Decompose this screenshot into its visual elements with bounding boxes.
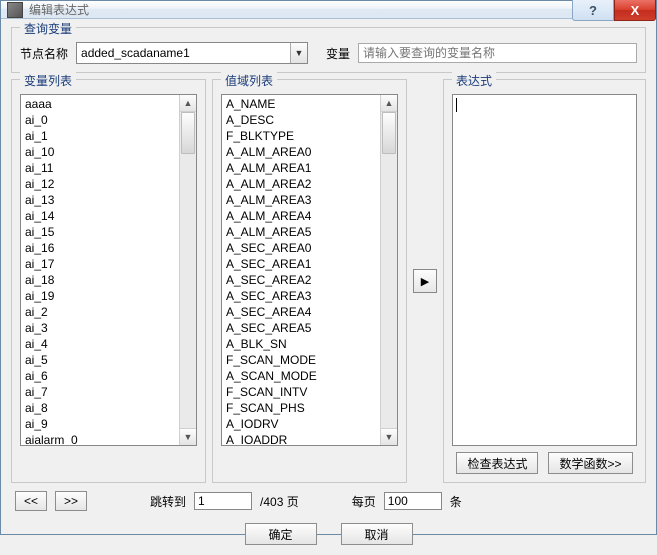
perpage-suffix-label: 条 xyxy=(450,493,462,510)
page-total-label: /403 页 xyxy=(260,493,299,510)
query-group: 查询变量 节点名称 added_scadaname1 ▼ 变量 xyxy=(11,27,646,73)
list-item[interactable]: ai_17 xyxy=(21,256,179,272)
list-item[interactable]: ai_5 xyxy=(21,352,179,368)
list-item[interactable]: ai_12 xyxy=(21,176,179,192)
node-name-combo[interactable]: added_scadaname1 ▼ xyxy=(76,42,308,64)
field-list-group: 值域列表 A_NAMEA_DESCF_BLKTYPEA_ALM_AREA0A_A… xyxy=(212,79,407,483)
list-item[interactable]: ai_2 xyxy=(21,304,179,320)
node-name-label: 节点名称 xyxy=(20,45,68,62)
list-item[interactable]: ai_15 xyxy=(21,224,179,240)
perpage-input[interactable] xyxy=(384,492,442,510)
variable-label: 变量 xyxy=(326,45,350,62)
list-item[interactable]: ai_11 xyxy=(21,160,179,176)
list-item[interactable]: ai_13 xyxy=(21,192,179,208)
page-next-button[interactable]: >> xyxy=(55,491,87,511)
scroll-down-icon[interactable]: ▼ xyxy=(180,428,196,445)
scroll-thumb[interactable] xyxy=(382,112,396,154)
list-item[interactable]: A_SCAN_MODE xyxy=(222,368,380,384)
transfer-arrow-col: ▶ xyxy=(413,79,437,483)
page-number-input[interactable] xyxy=(194,492,252,510)
expression-group: 表达式 检查表达式 数学函数>> xyxy=(443,79,646,483)
variable-search-input[interactable] xyxy=(358,43,637,63)
list-item[interactable]: aialarm_0 xyxy=(21,432,179,445)
pager-row: << >> 跳转到 /403 页 每页 条 xyxy=(11,489,646,511)
query-legend: 查询变量 xyxy=(20,20,76,37)
list-item[interactable]: A_IODRV xyxy=(222,416,380,432)
list-item[interactable]: A_ALM_AREA5 xyxy=(222,224,380,240)
variable-list-group: 变量列表 aaaaai_0ai_1ai_10ai_11ai_12ai_13ai_… xyxy=(11,79,206,483)
list-item[interactable]: ai_7 xyxy=(21,384,179,400)
list-item[interactable]: A_IOADDR xyxy=(222,432,380,445)
scroll-down-icon[interactable]: ▼ xyxy=(381,428,397,445)
list-item[interactable]: ai_18 xyxy=(21,272,179,288)
list-item[interactable]: F_SCAN_INTV xyxy=(222,384,380,400)
field-list-legend: 值域列表 xyxy=(221,72,277,89)
list-item[interactable]: ai_6 xyxy=(21,368,179,384)
transfer-right-button[interactable]: ▶ xyxy=(413,269,437,293)
client-area: 查询变量 节点名称 added_scadaname1 ▼ 变量 变量列表 aaa… xyxy=(1,19,656,555)
window-title: 编辑表达式 xyxy=(29,1,89,18)
list-item[interactable]: ai_9 xyxy=(21,416,179,432)
expression-textarea[interactable] xyxy=(452,94,637,446)
list-item[interactable]: A_SEC_AREA2 xyxy=(222,272,380,288)
dialog-buttons: 确定 取消 xyxy=(11,517,646,547)
list-item[interactable]: ai_8 xyxy=(21,400,179,416)
field-list-scrollbar[interactable]: ▲ ▼ xyxy=(380,95,397,445)
variable-list-legend: 变量列表 xyxy=(20,72,76,89)
help-button[interactable]: ? xyxy=(572,0,614,21)
cancel-button[interactable]: 取消 xyxy=(341,523,413,545)
field-listbox[interactable]: A_NAMEA_DESCF_BLKTYPEA_ALM_AREA0A_ALM_AR… xyxy=(221,94,398,446)
list-item[interactable]: ai_3 xyxy=(21,320,179,336)
variable-list-scrollbar[interactable]: ▲ ▼ xyxy=(179,95,196,445)
math-functions-button[interactable]: 数学函数>> xyxy=(548,452,632,474)
app-icon xyxy=(7,2,23,18)
list-item[interactable]: ai_4 xyxy=(21,336,179,352)
list-item[interactable]: ai_19 xyxy=(21,288,179,304)
variable-listbox[interactable]: aaaaai_0ai_1ai_10ai_11ai_12ai_13ai_14ai_… xyxy=(20,94,197,446)
list-item[interactable]: F_SCAN_MODE xyxy=(222,352,380,368)
close-button[interactable]: X xyxy=(614,0,656,21)
combo-arrow-icon[interactable]: ▼ xyxy=(290,43,307,63)
list-item[interactable]: A_SEC_AREA0 xyxy=(222,240,380,256)
list-item[interactable]: A_ALM_AREA2 xyxy=(222,176,380,192)
list-item[interactable]: F_SCAN_PHS xyxy=(222,400,380,416)
titlebar: 编辑表达式 ? X xyxy=(1,1,656,19)
list-item[interactable]: ai_16 xyxy=(21,240,179,256)
page-prev-button[interactable]: << xyxy=(15,491,47,511)
list-item[interactable]: A_DESC xyxy=(222,112,380,128)
list-item[interactable]: A_ALM_AREA4 xyxy=(222,208,380,224)
scroll-up-icon[interactable]: ▲ xyxy=(381,95,397,112)
list-item[interactable]: A_ALM_AREA1 xyxy=(222,160,380,176)
scroll-thumb[interactable] xyxy=(181,112,195,154)
list-item[interactable]: F_BLKTYPE xyxy=(222,128,380,144)
jump-to-label: 跳转到 xyxy=(150,493,186,510)
list-item[interactable]: A_BLK_SN xyxy=(222,336,380,352)
node-name-value: added_scadaname1 xyxy=(77,43,290,63)
list-item[interactable]: ai_1 xyxy=(21,128,179,144)
list-item[interactable]: A_SEC_AREA1 xyxy=(222,256,380,272)
ok-button[interactable]: 确定 xyxy=(245,523,317,545)
list-item[interactable]: A_SEC_AREA3 xyxy=(222,288,380,304)
list-item[interactable]: A_ALM_AREA3 xyxy=(222,192,380,208)
list-item[interactable]: ai_14 xyxy=(21,208,179,224)
list-item[interactable]: A_SEC_AREA5 xyxy=(222,320,380,336)
list-item[interactable]: A_SEC_AREA4 xyxy=(222,304,380,320)
perpage-label: 每页 xyxy=(352,493,376,510)
list-item[interactable]: A_ALM_AREA0 xyxy=(222,144,380,160)
scroll-up-icon[interactable]: ▲ xyxy=(180,95,196,112)
list-item[interactable]: ai_10 xyxy=(21,144,179,160)
expression-legend: 表达式 xyxy=(452,72,496,89)
lists-row: 变量列表 aaaaai_0ai_1ai_10ai_11ai_12ai_13ai_… xyxy=(11,79,646,483)
list-item[interactable]: ai_0 xyxy=(21,112,179,128)
list-item[interactable]: aaaa xyxy=(21,96,179,112)
list-item[interactable]: A_NAME xyxy=(222,96,380,112)
check-expression-button[interactable]: 检查表达式 xyxy=(456,452,538,474)
text-caret xyxy=(456,98,457,112)
dialog-window: 编辑表达式 ? X 查询变量 节点名称 added_scadaname1 ▼ 变… xyxy=(0,0,657,535)
